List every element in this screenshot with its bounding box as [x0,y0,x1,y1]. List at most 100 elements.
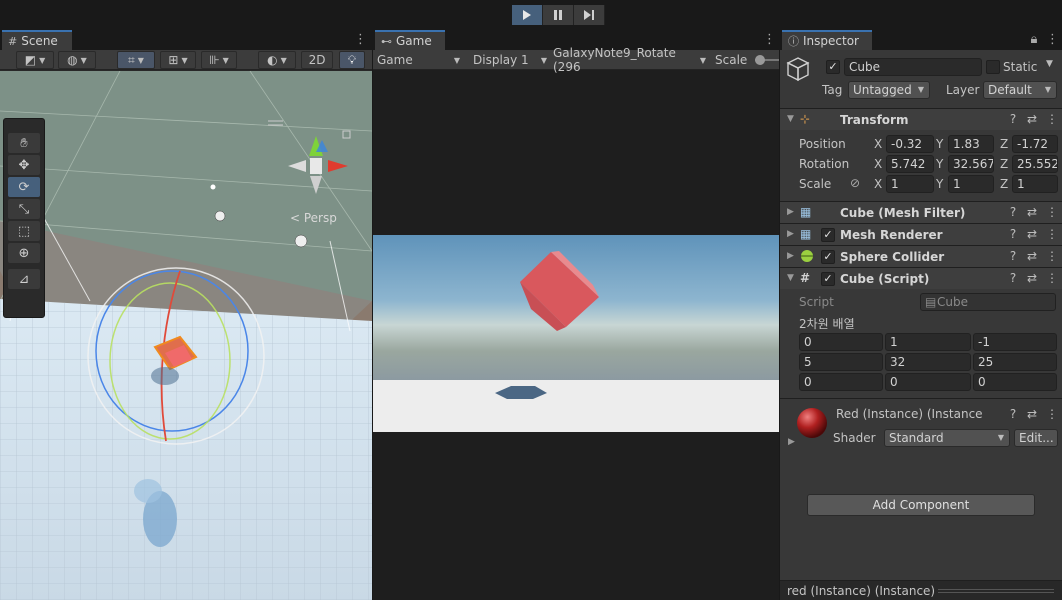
static-caret-icon[interactable]: ▼ [1046,59,1053,69]
scale-slider-handle[interactable] [755,55,765,65]
global-view-dropdown[interactable]: ◍ ▼ [58,51,96,69]
snap-dropdown[interactable]: ⊞ ▼ [160,51,196,69]
game-panel: ⊷ Game ⋮ Game ▼ Display 1 ▼ GalaxyNote9_… [373,30,779,600]
transform-title: Transform [840,113,909,127]
game-viewport[interactable] [373,235,779,432]
help-icon[interactable]: ? [1008,227,1018,241]
lighting-toggle[interactable]: 💡︎ [339,51,365,69]
preset-icon[interactable]: ⇄ [1027,112,1037,126]
object-name-field[interactable]: Cube [844,58,982,76]
scale-z-field[interactable]: 1 [1012,175,1058,193]
constrain-proportions-icon[interactable]: ⊘ [850,176,860,190]
move-tool[interactable]: ✥ [8,155,40,175]
preset-icon[interactable]: ⇄ [1027,407,1037,421]
rotation-y-field[interactable]: 32.567 [948,155,994,173]
custom-tool[interactable]: ⊿ [8,269,40,289]
add-component-button[interactable]: Add Component [807,494,1035,516]
layer-value: Default [988,83,1032,97]
position-z-field[interactable]: -1.72 [1012,135,1058,153]
array-cell[interactable]: -1 [973,333,1057,351]
array-cell[interactable]: 0 [973,373,1057,391]
display-dropdown[interactable]: Display 1 ▼ [473,51,549,69]
preset-icon[interactable]: ⇄ [1027,205,1037,219]
hand-tool[interactable]: ✋︎ [8,133,40,153]
sphere-collider-header[interactable]: ▶ ✓ Sphere Collider ? ⇄ ⋮ [780,245,1062,267]
play-icon [523,10,531,20]
preset-icon[interactable]: ⇄ [1027,271,1037,285]
array-cell[interactable]: 0 [885,373,971,391]
cube-script-header[interactable]: ▼ # ✓ Cube (Script) ? ⇄ ⋮ [780,267,1062,289]
help-icon[interactable]: ? [1008,249,1018,263]
rotate-tool[interactable]: ⟳ [8,177,40,197]
transform-tool[interactable]: ⊕ [8,243,40,263]
position-y-field[interactable]: 1.83 [948,135,994,153]
mesh-renderer-header[interactable]: ▶ ▦ ✓ Mesh Renderer ? ⇄ ⋮ [780,223,1062,245]
transform-header[interactable]: ▼ ⊹ Transform ? ⇄ ⋮ [780,108,1062,130]
component-menu-icon[interactable]: ⋮ [1046,271,1058,285]
visibility-dropdown[interactable]: ◐ ▼ [258,51,296,69]
scale-tool[interactable]: ⤡ [8,199,40,219]
array-cell[interactable]: 5 [799,353,883,371]
position-x-field[interactable]: -0.32 [886,135,934,153]
persp-label[interactable]: < Persp [290,211,337,225]
mesh-renderer-checkbox[interactable]: ✓ [821,228,835,242]
game-menu-icon[interactable]: ⋮ [763,32,776,48]
rotation-x-field[interactable]: 5.742 [886,155,934,173]
array-cell[interactable]: 1 [885,333,971,351]
draw-mode-dropdown[interactable]: ◩ ▼ [16,51,54,69]
static-checkbox[interactable] [986,60,1000,74]
scene-viewport[interactable]: < Persp ✋︎ ✥ ⟳ ⤡ ⬚ ⊕ ⊿ [0,71,372,600]
layer-dropdown[interactable]: Default ▼ [983,81,1057,99]
preset-icon[interactable]: ⇄ [1027,227,1037,241]
tag-dropdown[interactable]: Untagged ▼ [848,81,930,99]
increment-dropdown[interactable]: ⊪ ▼ [201,51,237,69]
tab-inspector[interactable]: ⓘ Inspector [782,30,872,50]
game-view-dropdown[interactable]: Game ▼ [377,51,463,69]
mesh-filter-header[interactable]: ▶ ▦ Cube (Mesh Filter) ? ⇄ ⋮ [780,201,1062,223]
array-cell[interactable]: 0 [799,373,883,391]
help-icon[interactable]: ? [1008,205,1018,219]
array-cell[interactable]: 0 [799,333,883,351]
help-icon[interactable]: ? [1008,271,1018,285]
inspector-menu-icon[interactable]: ⋮ [1046,32,1059,48]
fold-closed-icon: ▶ [787,251,794,261]
array-cell[interactable]: 25 [973,353,1057,371]
active-checkbox[interactable]: ✓ [826,60,840,74]
gizmo-grid-dropdown[interactable]: ⌗ ▼ [117,51,155,69]
component-menu-icon[interactable]: ⋮ [1046,227,1058,241]
mesh-filter-header-icons: ? ⇄ ⋮ [1008,205,1058,219]
sphere-collider-checkbox[interactable]: ✓ [821,250,835,264]
component-menu-icon[interactable]: ⋮ [1046,407,1058,421]
tab-scene[interactable]: # Scene [2,30,72,50]
preview-drag-handle[interactable] [938,589,1054,593]
help-icon[interactable]: ? [1008,407,1018,421]
object-header: ✓ Cube Static ▼ Tag Untagged ▼ Layer Defa… [780,50,1062,112]
fold-closed-icon[interactable]: ▶ [788,437,795,447]
lock-icon[interactable]: 🔒︎ [1028,32,1040,48]
play-button[interactable] [512,5,543,25]
edit-shader-button[interactable]: Edit... [1014,429,1058,447]
step-button[interactable] [574,5,605,25]
component-menu-icon[interactable]: ⋮ [1046,205,1058,219]
scale-x-field[interactable]: 1 [886,175,934,193]
mode-2d-button[interactable]: 2D [301,51,333,69]
sphere-icon: ◐ [267,53,278,67]
component-menu-icon[interactable]: ⋮ [1046,249,1058,263]
shader-dropdown[interactable]: Standard ▼ [884,429,1010,447]
scale-x-label: X [874,177,883,191]
shader-label: Shader [833,431,876,445]
rect-tool[interactable]: ⬚ [8,221,40,241]
scale-y-field[interactable]: 1 [948,175,994,193]
pause-button[interactable] [543,5,574,25]
cube-script-checkbox[interactable]: ✓ [821,272,835,286]
help-icon[interactable]: ? [1008,112,1018,126]
script-field: ▤ Cube [920,293,1056,311]
transform-icon: ⊹ [800,112,811,126]
rotation-z-field[interactable]: 25.552 [1012,155,1058,173]
preset-icon[interactable]: ⇄ [1027,249,1037,263]
resolution-dropdown[interactable]: GalaxyNote9_Rotate (296 ▼ [553,46,707,74]
scene-menu-icon[interactable]: ⋮ [354,32,367,48]
component-menu-icon[interactable]: ⋮ [1046,112,1058,126]
tab-game[interactable]: ⊷ Game [375,30,445,50]
array-cell[interactable]: 32 [885,353,971,371]
